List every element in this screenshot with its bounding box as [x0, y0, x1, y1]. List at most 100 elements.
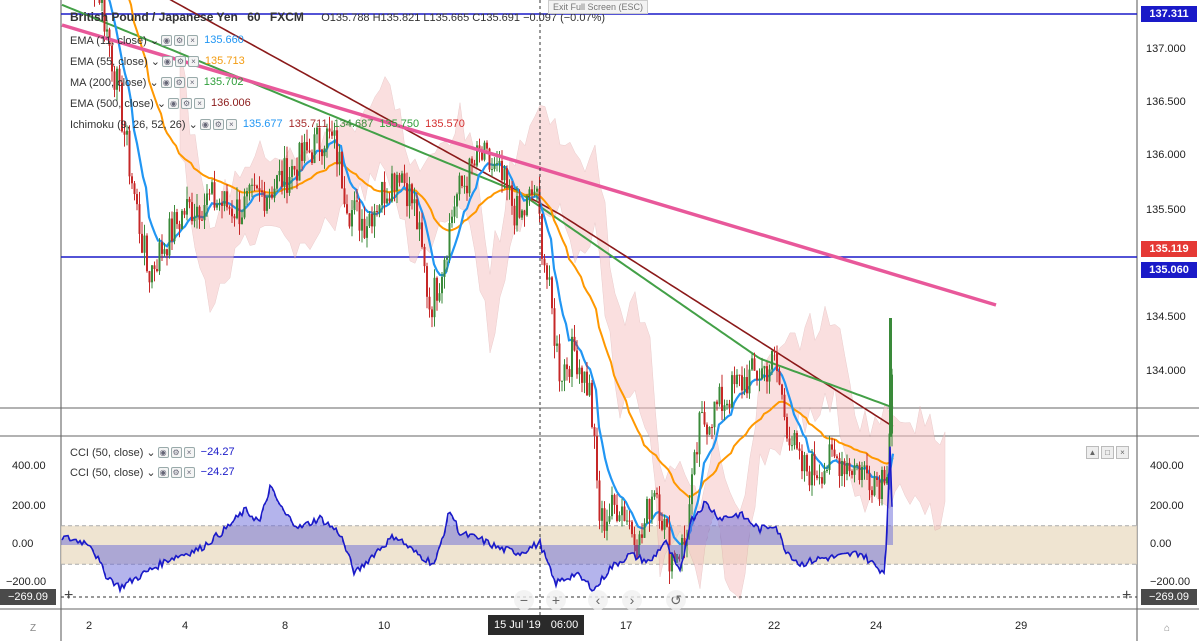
- eye-icon[interactable]: ◉: [168, 97, 180, 109]
- close-icon[interactable]: ×: [187, 55, 199, 67]
- gear-icon[interactable]: ⚙: [174, 34, 186, 46]
- symbol-title[interactable]: British Pound / Japanese Yen: [70, 10, 238, 24]
- indicator-legend[interactable]: EMA (11, close) ⌄ ◉ ⚙ × 135.660: [70, 32, 244, 48]
- gear-icon[interactable]: ⚙: [170, 446, 182, 458]
- candle-body: [168, 218, 171, 256]
- indicator-legend[interactable]: Ichimoku (9, 26, 52, 26) ⌄ ◉ ⚙ × 135.677 135.…: [70, 116, 465, 132]
- close-icon[interactable]: ×: [183, 466, 195, 478]
- gear-icon[interactable]: ⚙: [173, 76, 185, 88]
- candle-body: [401, 173, 403, 183]
- close-icon[interactable]: ×: [194, 97, 206, 109]
- candle-body: [183, 210, 186, 215]
- close-icon[interactable]: ×: [225, 118, 237, 130]
- candle-body: [173, 212, 176, 242]
- candle: [843, 458, 846, 487]
- gear-icon[interactable]: ⚙: [170, 466, 182, 478]
- gear-icon[interactable]: ⚙: [212, 118, 224, 130]
- eye-icon[interactable]: ◉: [161, 55, 173, 67]
- time-tick-label: 8: [282, 620, 289, 632]
- eye-icon[interactable]: ◉: [157, 466, 169, 478]
- candle-body: [741, 375, 743, 391]
- candle-body: [573, 336, 576, 351]
- eye-icon[interactable]: ◉: [157, 446, 169, 458]
- indicator-legend[interactable]: CCI (50, close) ⌄ ◉ ⚙ × −24.27: [70, 464, 235, 480]
- candle-body: [178, 224, 181, 230]
- close-icon[interactable]: ×: [183, 446, 195, 458]
- candle: [361, 209, 363, 243]
- gear-icon[interactable]: ⚙: [181, 97, 193, 109]
- close-icon[interactable]: ×: [186, 76, 198, 88]
- candle-body: [376, 211, 378, 213]
- candle-body: [283, 158, 286, 188]
- candle-body: [781, 384, 783, 395]
- indicator-name[interactable]: EMA (500, close) ⌄: [70, 97, 166, 110]
- candle: [653, 490, 656, 500]
- candle: [718, 383, 721, 407]
- candle-body: [643, 523, 646, 538]
- pane-close-icon[interactable]: ×: [1116, 446, 1129, 459]
- timezone-icon[interactable]: Z: [30, 623, 36, 634]
- candle-body: [621, 506, 623, 516]
- zoom-out-icon[interactable]: −: [514, 590, 534, 610]
- candle: [828, 435, 831, 475]
- indicator-legend[interactable]: EMA (55, close) ⌄ ◉ ⚙ × 135.713: [70, 53, 245, 69]
- indicator-legend[interactable]: CCI (50, close) ⌄ ◉ ⚙ × −24.27: [70, 444, 235, 460]
- candle: [701, 400, 703, 414]
- candle-body: [153, 265, 156, 270]
- gear-icon[interactable]: ⚙: [174, 55, 186, 67]
- candle-body: [101, 0, 103, 3]
- candle-body: [393, 173, 396, 191]
- candle-body: [221, 202, 223, 206]
- candle-body: [223, 191, 226, 206]
- candle-body: [521, 210, 523, 218]
- add-right-icon[interactable]: +: [1122, 587, 1131, 605]
- zoom-in-icon[interactable]: +: [546, 590, 566, 610]
- candle-body: [191, 202, 193, 222]
- indicator-legend[interactable]: EMA (500, close) ⌄ ◉ ⚙ × 136.006: [70, 95, 251, 111]
- candle-body: [281, 170, 283, 188]
- add-left-icon[interactable]: +: [64, 587, 73, 605]
- close-icon[interactable]: ×: [187, 34, 199, 46]
- candle-body: [586, 371, 588, 396]
- indicator-name[interactable]: CCI (50, close) ⌄: [70, 466, 156, 479]
- indicator-name[interactable]: CCI (50, close) ⌄: [70, 446, 156, 459]
- candle-body: [338, 151, 341, 165]
- candle-body: [473, 163, 476, 166]
- candle-body: [361, 218, 363, 231]
- candle: [468, 157, 471, 197]
- candle-body: [323, 148, 326, 157]
- settings-home-icon[interactable]: ⌂: [1164, 623, 1170, 634]
- scroll-right-icon[interactable]: ›: [622, 590, 642, 610]
- indicator-legend[interactable]: MA (200, close) ⌄ ◉ ⚙ × 135.702: [70, 74, 243, 90]
- exit-fullscreen-button[interactable]: Exit Full Screen (ESC): [548, 0, 649, 14]
- eye-icon[interactable]: ◉: [161, 34, 173, 46]
- candle: [801, 444, 803, 480]
- candle-body: [438, 293, 441, 301]
- candle-body: [218, 202, 221, 205]
- scroll-left-icon[interactable]: ‹: [588, 590, 608, 610]
- indicator-value: 134.687: [333, 118, 374, 130]
- candle-body: [311, 152, 313, 164]
- eye-icon[interactable]: ◉: [199, 118, 211, 130]
- candle-body: [268, 194, 271, 198]
- candle-body: [736, 374, 738, 385]
- candle-body: [868, 473, 871, 491]
- reset-chart-icon[interactable]: ↺: [666, 590, 686, 610]
- candle-body: [443, 259, 446, 277]
- candle-body: [576, 350, 578, 375]
- indicator-name[interactable]: EMA (11, close) ⌄: [70, 34, 159, 47]
- indicator-name[interactable]: EMA (55, close) ⌄: [70, 55, 160, 68]
- candle-body: [428, 296, 431, 310]
- candle-body: [661, 520, 663, 530]
- candle: [311, 149, 313, 165]
- interval[interactable]: 60: [247, 10, 260, 24]
- indicator-name[interactable]: Ichimoku (9, 26, 52, 26) ⌄: [70, 118, 198, 131]
- eye-icon[interactable]: ◉: [160, 76, 172, 88]
- pane-up-icon[interactable]: ▲: [1086, 446, 1099, 459]
- indicator-name[interactable]: MA (200, close) ⌄: [70, 76, 159, 89]
- candle-body: [251, 184, 253, 186]
- candle-body: [873, 477, 876, 496]
- candle-body: [398, 174, 401, 183]
- candle: [136, 188, 138, 211]
- pane-maximize-icon[interactable]: □: [1101, 446, 1114, 459]
